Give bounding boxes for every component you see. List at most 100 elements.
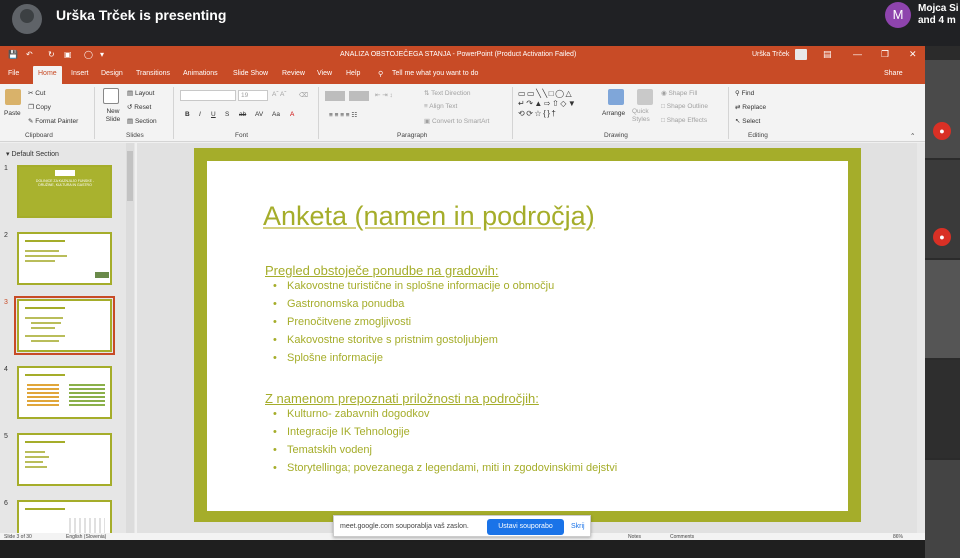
paste-icon[interactable] xyxy=(5,89,21,105)
language[interactable]: English (Slovenia) xyxy=(66,534,106,540)
participant-tile[interactable] xyxy=(925,460,960,558)
select-button[interactable]: ↖ Select xyxy=(735,117,760,125)
align-icons[interactable]: ≡ ≡ ≡ ≡ ☷ xyxy=(329,111,357,119)
participant-tile[interactable]: ● xyxy=(925,160,960,258)
font-name-select[interactable] xyxy=(180,90,236,101)
user-avatar-icon[interactable] xyxy=(795,49,807,60)
grow-font-icon[interactable]: Aˆ Aˇ xyxy=(272,91,286,98)
char-spacing-icon[interactable]: AV xyxy=(255,111,263,118)
slide-thumbnail-4[interactable] xyxy=(17,366,112,419)
slide-thumbnail-5[interactable] xyxy=(17,433,112,486)
smartart-button[interactable]: ▣ Convert to SmartArt xyxy=(424,117,489,125)
thumbnails-scrollbar[interactable] xyxy=(126,143,134,533)
find-button[interactable]: ⚲ Find xyxy=(735,89,754,97)
participant-avatar[interactable]: M xyxy=(885,2,911,28)
editor-scrollbar[interactable] xyxy=(917,143,925,533)
slide-bullet[interactable]: Storytellinga; povezanega z legendami, m… xyxy=(273,462,617,474)
tell-me-input[interactable]: Tell me what you want to do xyxy=(392,70,478,77)
slide-heading-2[interactable]: Z namenom prepoznati priložnosti na podr… xyxy=(265,391,539,406)
hide-button[interactable]: Skrij xyxy=(571,523,585,530)
zoom-level[interactable]: 86% xyxy=(893,534,903,540)
shadow-icon[interactable]: S xyxy=(225,111,229,118)
tab-insert[interactable]: Insert xyxy=(71,70,89,77)
customize-toolbar-icon[interactable]: ▾ xyxy=(100,50,104,59)
format-painter-button[interactable]: ✎ Format Painter xyxy=(28,117,78,125)
slide-canvas[interactable]: Anketa (namen in področja) Pregled obsto… xyxy=(207,161,848,511)
restore-icon[interactable]: ❐ xyxy=(881,49,889,60)
arrange-button[interactable]: Arrange xyxy=(602,110,625,117)
save-icon[interactable]: 💾 xyxy=(8,50,18,59)
tab-design[interactable]: Design xyxy=(101,70,123,77)
copy-button[interactable]: ❐ Copy xyxy=(28,103,51,111)
ribbon-display-icon[interactable]: ▤ xyxy=(823,49,832,60)
shapes-gallery[interactable]: ▭▭╲╲□◯△ ↵↷▲⇨⇧◇▼ ⟲⟳☆{}† xyxy=(518,89,600,119)
slide-thumbnail-3[interactable] xyxy=(14,296,115,355)
arrange-icon[interactable] xyxy=(608,89,624,105)
minimize-icon[interactable]: — xyxy=(853,49,862,59)
start-presentation-icon[interactable]: ▣ xyxy=(64,50,72,59)
tab-help[interactable]: Help xyxy=(346,70,360,77)
collapse-ribbon-icon[interactable]: ⌃ xyxy=(910,132,915,140)
slide-thumbnail-6[interactable] xyxy=(17,500,112,533)
participant-tile[interactable]: ● xyxy=(925,60,960,158)
quick-styles-icon[interactable] xyxy=(637,89,653,105)
font-color-icon[interactable]: A xyxy=(290,111,294,118)
bold-icon[interactable]: B xyxy=(185,111,190,118)
new-slide-button[interactable]: New Slide xyxy=(102,108,124,124)
autosave-icon[interactable]: ◯ xyxy=(84,50,93,59)
participant-tile[interactable] xyxy=(925,260,960,358)
section-header[interactable]: ▾ Default Section xyxy=(6,150,59,158)
participant-tile[interactable] xyxy=(925,360,960,458)
notes-button[interactable]: Notes xyxy=(628,534,641,540)
slide-bullet[interactable]: Prenočitvene zmogljivosti xyxy=(273,316,411,328)
section-button[interactable]: ▤ Section xyxy=(127,117,157,125)
user-name[interactable]: Urška Trček xyxy=(752,51,789,58)
tab-file[interactable]: File xyxy=(8,70,19,77)
shape-effects-button[interactable]: □ Shape Effects xyxy=(661,117,707,124)
thumbnails-scrollbar-thumb[interactable] xyxy=(127,151,133,201)
font-size-select[interactable]: 19 xyxy=(238,90,268,101)
text-direction-button[interactable]: ⇅ Text Direction xyxy=(424,89,471,97)
slide-bullet[interactable]: Gastronomska ponudba xyxy=(273,298,404,310)
slide-thumbnail-1[interactable]: DOLINICE ZA KAZNJUJO FUNSKE - DRUŽINE, K… xyxy=(17,165,112,218)
change-case-icon[interactable]: Aa xyxy=(272,111,280,118)
tab-animations[interactable]: Animations xyxy=(183,70,218,77)
replace-button[interactable]: ⇄ Replace xyxy=(735,103,766,111)
new-slide-icon[interactable] xyxy=(103,88,119,104)
clear-formatting-icon[interactable]: ⌫ xyxy=(299,91,308,99)
indent-icon[interactable]: ⇤ ⇥ ↕ xyxy=(375,91,393,99)
tab-view[interactable]: View xyxy=(317,70,332,77)
tab-home[interactable]: Home xyxy=(33,66,62,84)
tab-review[interactable]: Review xyxy=(282,70,305,77)
cut-button[interactable]: ✂ Cut xyxy=(28,89,45,97)
undo-icon[interactable]: ↶ xyxy=(26,50,33,59)
shape-outline-button[interactable]: □ Shape Outline xyxy=(661,103,708,110)
stop-sharing-button[interactable]: Ustavi souporabo xyxy=(487,519,564,535)
close-icon[interactable]: ✕ xyxy=(909,49,917,60)
share-button[interactable]: Share xyxy=(884,70,903,77)
tab-slide-show[interactable]: Slide Show xyxy=(233,70,268,77)
shape-fill-button[interactable]: ◉ Shape Fill xyxy=(661,89,697,97)
tab-transitions[interactable]: Transitions xyxy=(136,70,170,77)
slide-bullet[interactable]: Splošne informacije xyxy=(273,352,383,364)
italic-icon[interactable]: I xyxy=(199,111,201,118)
slide-bullet[interactable]: Kakovostne storitve s pristnim gostoljub… xyxy=(273,334,498,346)
underline-icon[interactable]: U xyxy=(211,111,216,118)
quick-styles-button[interactable]: Quick Styles xyxy=(632,108,656,124)
align-text-button[interactable]: ≡ Align Text xyxy=(424,103,457,110)
slide-bullet[interactable]: Kulturno- zabavnih dogodkov xyxy=(273,408,430,420)
slide-bullet[interactable]: Kakovostne turistične in splošne informa… xyxy=(273,280,554,292)
bullets-icon[interactable] xyxy=(325,91,345,101)
slide-thumbnail-2[interactable] xyxy=(17,232,112,285)
layout-button[interactable]: ▤ Layout xyxy=(127,89,154,97)
slide-heading-1[interactable]: Pregled obstoječe ponudbe na gradovih: xyxy=(265,263,498,278)
numbering-icon[interactable] xyxy=(349,91,369,101)
slide-bullet[interactable]: Integracije IK Tehnologije xyxy=(273,426,410,438)
slide-bullet[interactable]: Tematskih vodenj xyxy=(273,444,372,456)
slide-title[interactable]: Anketa (namen in področja) xyxy=(263,201,595,232)
paste-button[interactable]: Paste xyxy=(4,110,21,117)
redo-icon[interactable]: ↻ xyxy=(48,50,55,59)
reset-button[interactable]: ↺ Reset xyxy=(127,103,151,111)
strikethrough-icon[interactable]: ab xyxy=(239,111,246,118)
comments-button[interactable]: Comments xyxy=(670,534,694,540)
